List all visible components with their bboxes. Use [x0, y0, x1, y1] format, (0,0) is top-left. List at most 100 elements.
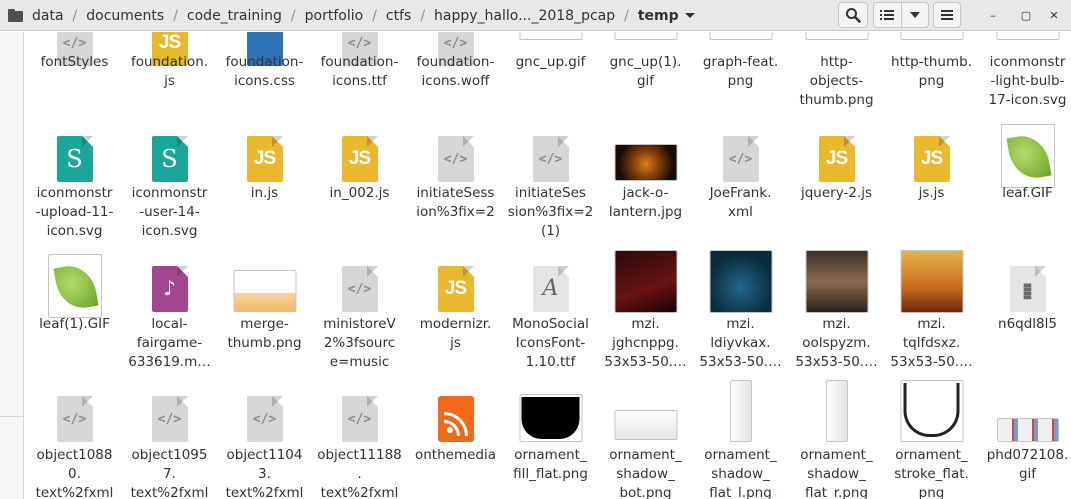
- file-name-line: .: [357, 466, 362, 482]
- breadcrumb-item-temp[interactable]: temp: [629, 8, 683, 24]
- file-item[interactable]: </> object1088 0. text%2fxml: [27, 32, 122, 499]
- minimize-button[interactable]: –: [984, 6, 1002, 24]
- breadcrumb-item-data[interactable]: data: [23, 8, 73, 24]
- file-name: object11188. text%2fxml: [312, 446, 407, 499]
- file-name: mzi. jghcnppg. 53x53-50.…: [598, 315, 693, 372]
- file-name-line: merge-: [240, 316, 289, 332]
- breadcrumb-item-documents[interactable]: documents: [77, 8, 173, 24]
- divider: [0, 416, 24, 417]
- file-name: mzi. oolspyzm. 53x53-50.…: [789, 315, 884, 372]
- file-name-line: ornament_: [514, 447, 587, 463]
- file-name-line: jghcnppg.: [612, 335, 679, 351]
- code-file-icon: </>: [341, 396, 378, 442]
- file-thumbnail: [729, 380, 752, 442]
- file-item[interactable]: </> object1095 7. text%2fxml: [122, 32, 217, 499]
- file-item[interactable]: </> object1104 3. text%2fxml: [217, 32, 312, 499]
- file-name: object1088 0. text%2fxml: [27, 446, 122, 499]
- file-name-line: (1): [540, 223, 561, 239]
- file-name-line: iconmonstr: [131, 185, 208, 201]
- font-file-icon: A: [532, 266, 569, 312]
- file-thumbnail: [900, 250, 963, 313]
- file-thumbnail: JS: [437, 266, 474, 312]
- file-name: n6qdl8l5: [980, 315, 1071, 334]
- file-name-line: iconmonstr: [36, 185, 113, 201]
- file-item[interactable]: ornament_ shadow_ flat_l.png: [693, 32, 788, 499]
- search-button[interactable]: [838, 2, 868, 28]
- file-name-line: initiateSes: [515, 185, 586, 201]
- file-name: ministoreV 2%3fsourc e=music: [312, 315, 407, 372]
- file-name-line: 0.: [68, 466, 81, 482]
- file-thumbnail: [709, 250, 772, 313]
- breadcrumb-item-happy-hallo[interactable]: happy_hallo..._2018_pcap: [425, 8, 624, 24]
- file-name: mzi. ldiyvkax. 53x53-50.…: [693, 315, 788, 372]
- leaf-shape: [52, 262, 99, 312]
- leaf-image-thumbnail: [47, 254, 102, 318]
- file-name: object1104 3. text%2fxml: [217, 446, 312, 499]
- file-name-line: flat_r.png: [804, 485, 869, 499]
- album-art-thumbnail: [900, 250, 963, 313]
- file-name-line: fairgame-: [136, 335, 203, 351]
- breadcrumb-item-code-training[interactable]: code_training: [178, 8, 291, 24]
- file-name-line: tqlfdsxz.: [902, 335, 961, 351]
- maximize-button[interactable]: ▢: [1017, 6, 1035, 24]
- file-name: ornament_ shadow_ flat_l.png: [693, 446, 788, 499]
- file-thumbnail: ♪: [151, 266, 188, 312]
- breadcrumb-item-portfolio[interactable]: portfolio: [296, 8, 373, 24]
- file-name-line: flat_l.png: [709, 485, 772, 499]
- file-name-line: n6qdl8l5: [998, 316, 1057, 332]
- file-name-line: IconsFont-: [515, 335, 586, 351]
- list-view-button[interactable]: [874, 3, 901, 27]
- code-icon: </>: [62, 412, 87, 427]
- menu-button[interactable]: [933, 2, 961, 28]
- sidebar: [0, 32, 24, 499]
- file-name-line: object1104: [226, 447, 303, 463]
- file-item[interactable]: ornament_ shadow_ bot.png: [598, 32, 693, 499]
- header-bar: data / documents / code_training / portf…: [0, 0, 1071, 31]
- file-name-line: ornament_: [800, 447, 873, 463]
- file-name-line: mzi.: [631, 316, 660, 332]
- file-name-line: ministoreV: [323, 316, 396, 332]
- view-switcher: [873, 2, 929, 28]
- file-name-line: lantern.jpg: [608, 204, 683, 220]
- music-note-icon: ♪: [163, 276, 176, 300]
- js-icon: JS: [444, 278, 467, 299]
- file-thumbnail: A: [532, 266, 569, 312]
- file-name-line: oolspyzm.: [802, 335, 871, 351]
- file-name-line: fill_flat.png: [513, 466, 588, 482]
- view-options-button[interactable]: [901, 3, 928, 27]
- font-icon: A: [542, 276, 559, 301]
- ornament-thumbnail: [900, 380, 963, 442]
- home-icon[interactable]: [8, 9, 23, 22]
- text-lines-icon: ▬ ▬ ▬ ▬: [1022, 280, 1033, 303]
- album-art-thumbnail: [709, 250, 772, 313]
- close-button[interactable]: ✕: [1045, 6, 1063, 24]
- file-item[interactable]: onthemedia: [408, 32, 503, 463]
- code-icon: </>: [347, 412, 372, 427]
- file-name-line: gif: [1018, 466, 1037, 482]
- breadcrumb-item-ctfs[interactable]: ctfs: [377, 8, 420, 24]
- close-icon: ✕: [1049, 8, 1059, 22]
- file-item[interactable]: ornament_ fill_flat.png: [503, 32, 598, 482]
- file-name-line: ion%3fix=2: [416, 204, 495, 220]
- file-name: initiateSess ion%3fix=2: [408, 184, 503, 222]
- album-art-thumbnail: [805, 250, 868, 313]
- file-thumbnail: [900, 380, 963, 442]
- file-name-line: modernizr.: [419, 316, 492, 332]
- file-name-line: JoeFrank.: [709, 185, 772, 201]
- file-name: initiateSes sion%3fix=2 (1): [503, 184, 598, 241]
- file-name-line: 53x53-50.…: [795, 354, 878, 370]
- file-name-line: jquery-2.js: [800, 185, 873, 201]
- ornament-shape: [521, 397, 580, 439]
- chevron-down-icon[interactable]: [684, 13, 695, 18]
- file-item[interactable]: phd072108. gif: [980, 32, 1071, 482]
- file-name-line: leaf.GIF: [1002, 185, 1053, 201]
- chart-thumbnail: [233, 270, 296, 312]
- file-thumbnail: </>: [246, 396, 283, 442]
- file-name-line: object1088: [36, 447, 113, 463]
- file-name-line: phd072108.: [986, 447, 1069, 463]
- file-item[interactable]: ornament_ shadow_ flat_r.png: [789, 32, 884, 499]
- file-name: leaf(1).GIF: [27, 315, 122, 334]
- file-name: mzi. tqlfdsxz. 53x53-50.…: [884, 315, 979, 372]
- file-item[interactable]: </> object11188. text%2fxml: [312, 32, 407, 499]
- file-item[interactable]: ornament_ stroke_flat. png: [884, 32, 979, 499]
